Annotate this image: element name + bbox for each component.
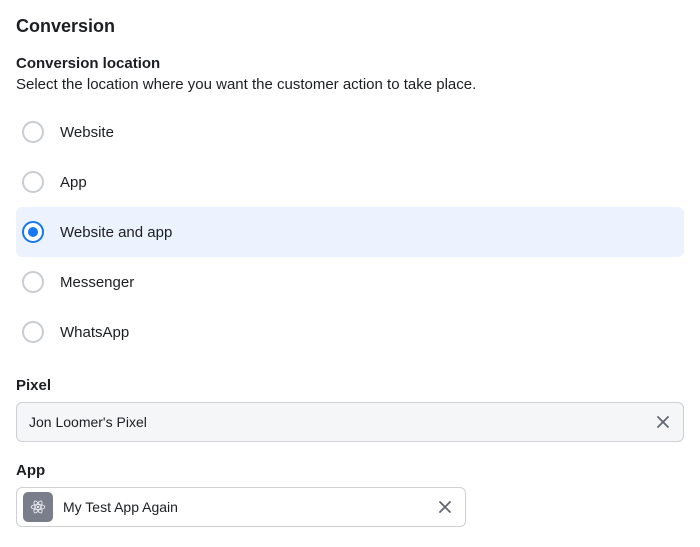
app-selector[interactable]: My Test App Again bbox=[16, 487, 466, 527]
pixel-value: Jon Loomer's Pixel bbox=[29, 414, 651, 430]
radio-circle bbox=[22, 171, 44, 193]
radio-option-whatsapp[interactable]: WhatsApp bbox=[16, 307, 684, 357]
conversion-location-radio-list: Website App Website and app Messenger Wh… bbox=[16, 107, 684, 357]
radio-circle bbox=[22, 121, 44, 143]
radio-label: Messenger bbox=[60, 274, 134, 291]
radio-label: WhatsApp bbox=[60, 324, 129, 341]
conversion-location-desc: Select the location where you want the c… bbox=[16, 76, 684, 93]
pixel-clear-button[interactable] bbox=[651, 410, 675, 434]
section-title: Conversion bbox=[16, 16, 684, 37]
atom-icon bbox=[29, 498, 47, 516]
radio-circle bbox=[22, 321, 44, 343]
pixel-field-label: Pixel bbox=[16, 377, 684, 394]
app-value: My Test App Again bbox=[63, 499, 433, 515]
radio-option-app[interactable]: App bbox=[16, 157, 684, 207]
radio-label: App bbox=[60, 174, 87, 191]
pixel-selector[interactable]: Jon Loomer's Pixel bbox=[16, 402, 684, 442]
close-icon bbox=[438, 500, 452, 514]
radio-option-messenger[interactable]: Messenger bbox=[16, 257, 684, 307]
radio-circle bbox=[22, 271, 44, 293]
radio-label: Website and app bbox=[60, 224, 172, 241]
radio-label: Website bbox=[60, 124, 114, 141]
radio-option-website-and-app[interactable]: Website and app bbox=[16, 207, 684, 257]
close-icon bbox=[656, 415, 670, 429]
radio-circle bbox=[22, 221, 44, 243]
conversion-location-title: Conversion location bbox=[16, 55, 684, 72]
app-field-label: App bbox=[16, 462, 684, 479]
radio-option-website[interactable]: Website bbox=[16, 107, 684, 157]
radio-dot-icon bbox=[28, 227, 38, 237]
app-icon bbox=[23, 492, 53, 522]
app-clear-button[interactable] bbox=[433, 495, 457, 519]
